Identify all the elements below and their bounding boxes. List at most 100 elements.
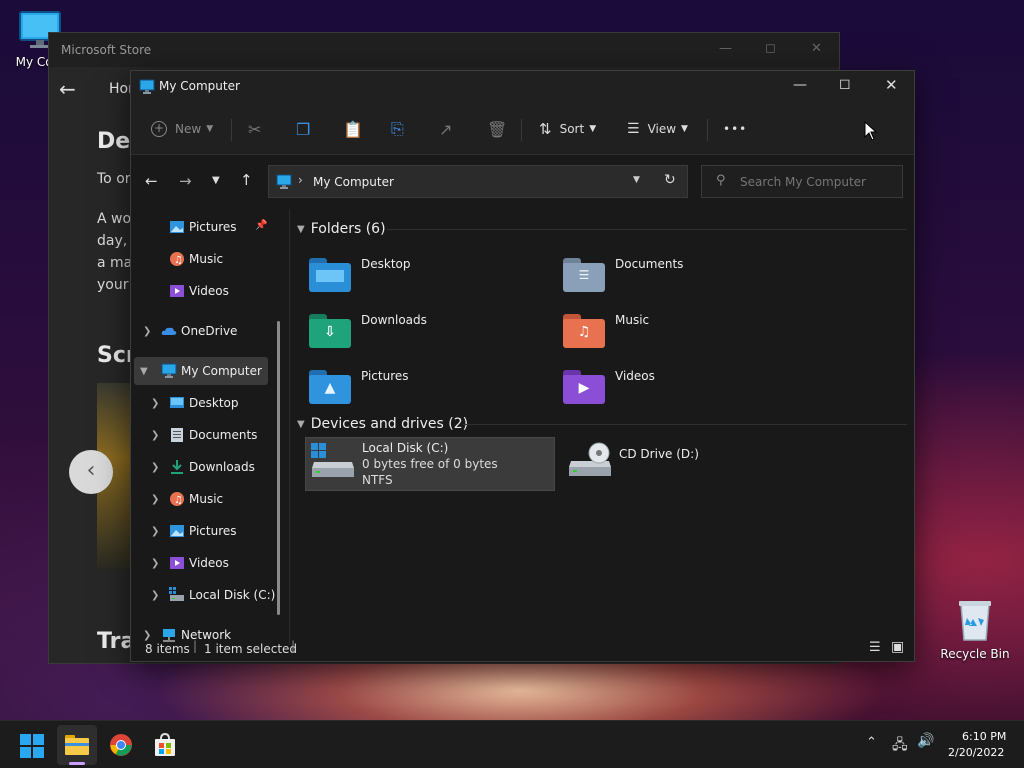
chevron-right-icon[interactable]: ❯	[151, 494, 159, 505]
nav-item-label: Videos	[189, 556, 229, 570]
recycle-bin-icon	[959, 601, 991, 641]
chevron-right-icon[interactable]: ❯	[151, 590, 159, 601]
carousel-prev-button[interactable]: ‹	[69, 450, 113, 494]
nav-item-documents[interactable]: ❯ Documents	[131, 421, 271, 449]
chevron-right-icon[interactable]: ❯	[151, 558, 159, 569]
address-bar[interactable]: › My Computer ▼ ↻	[268, 165, 688, 198]
nav-item-videos-quick[interactable]: Videos	[131, 277, 271, 305]
nav-item-music-quick[interactable]: ♫ Music	[131, 245, 271, 273]
new-button[interactable]: + New ▼	[151, 115, 213, 143]
nav-item-local-disk[interactable]: ❯ Local Disk (C:)	[131, 581, 275, 609]
folders-section-header[interactable]: ▼ Folders (6)	[297, 219, 386, 239]
nav-item-onedrive[interactable]: ❯ OneDrive	[131, 317, 271, 345]
nav-scrollbar[interactable]	[277, 321, 280, 615]
minimize-button[interactable]: —	[793, 77, 807, 93]
chevron-down-icon[interactable]: ▼	[633, 175, 640, 185]
folder-desktop[interactable]: Desktop	[309, 253, 549, 297]
folder-documents[interactable]: ☰ Documents	[563, 253, 803, 297]
copy-icon[interactable]: ❐	[296, 115, 310, 143]
music-icon: ♫	[170, 252, 184, 266]
videos-icon	[170, 557, 184, 569]
tiles-view-icon[interactable]: ▣	[891, 639, 904, 655]
explorer-window: My Computer — ◻ ✕ + New ▼ ✂ ❐ 📋 ⎘ ↗ 🗑 ⇅ …	[130, 70, 915, 662]
sort-button[interactable]: ⇅ Sort ▼	[539, 115, 596, 143]
chevron-right-icon[interactable]: ❯	[151, 398, 159, 409]
nav-item-label: Pictures	[189, 220, 237, 234]
pin-icon[interactable]: 📌	[255, 220, 267, 231]
drive-local-disk[interactable]: Local Disk (C:) 0 bytes free of 0 bytes …	[305, 437, 555, 491]
cut-icon[interactable]: ✂	[248, 115, 261, 143]
recent-locations-icon[interactable]: ▼	[212, 175, 220, 186]
more-options-button[interactable]: •••	[723, 115, 747, 143]
forward-arrow-icon[interactable]: →	[179, 172, 192, 190]
nav-item-music[interactable]: ❯ ♫ Music	[131, 485, 271, 513]
chevron-right-icon[interactable]: ❯	[151, 430, 159, 441]
folder-music[interactable]: ♫ Music	[563, 309, 803, 353]
folder-pictures[interactable]: ▲ Pictures	[309, 365, 549, 409]
folder-downloads[interactable]: ⇩ Downloads	[309, 309, 549, 353]
minimize-icon[interactable]: —	[719, 41, 732, 56]
refresh-icon[interactable]: ↻	[664, 172, 676, 188]
folder-icon	[65, 735, 89, 755]
folder-label: Desktop	[361, 257, 411, 271]
store-text: your	[97, 277, 129, 293]
breadcrumb[interactable]: My Computer	[313, 175, 394, 189]
chevron-right-icon[interactable]: ❯	[143, 326, 151, 337]
command-bar: + New ▼ ✂ ❐ 📋 ⎘ ↗ 🗑 ⇅ Sort ▼ ☰ View ▼ ••…	[131, 103, 914, 155]
maximize-icon[interactable]: ◻	[765, 41, 776, 56]
store-title: Microsoft Store	[61, 43, 152, 57]
drives-section-header[interactable]: ▼ Devices and drives (2)	[297, 414, 468, 434]
nav-item-label: Pictures	[189, 524, 237, 538]
details-view-icon[interactable]: ☰	[869, 640, 881, 655]
documents-icon	[171, 428, 183, 442]
chevron-right-icon[interactable]: ❯	[151, 526, 159, 537]
taskbar-file-explorer[interactable]	[57, 725, 97, 765]
volume-icon[interactable]: 🔊	[917, 733, 934, 749]
up-arrow-icon[interactable]: ↑	[240, 171, 253, 189]
nav-item-label: Local Disk (C:)	[189, 588, 276, 602]
chevron-left-icon: ‹	[86, 458, 96, 483]
taskbar: ⌃ 🖧 🔊 6:10 PM 2/20/2022	[0, 720, 1024, 768]
desktop-icon	[170, 397, 184, 408]
drive-cd[interactable]: CD Drive (D:)	[563, 437, 813, 491]
status-divider: |	[291, 639, 296, 653]
nav-item-label: OneDrive	[181, 324, 238, 338]
rename-icon[interactable]: ⎘	[391, 115, 404, 143]
share-icon[interactable]: ↗	[439, 115, 452, 143]
nav-item-desktop[interactable]: ❯ Desktop	[131, 389, 271, 417]
network-status-icon[interactable]: 🖧	[892, 734, 908, 758]
search-input[interactable]	[740, 172, 894, 192]
store-icon[interactable]	[153, 733, 177, 757]
back-arrow-icon[interactable]: ←	[145, 172, 158, 190]
selection-count: 1 item selected	[204, 642, 298, 656]
desktop-icon-recycle-bin[interactable]: Recycle Bin	[935, 598, 1015, 661]
nav-item-my-computer[interactable]: ▼ My Computer	[134, 357, 268, 385]
nav-item-videos[interactable]: ❯ Videos	[131, 549, 271, 577]
maximize-button[interactable]: ◻	[839, 76, 851, 92]
drive-filesystem: NTFS	[362, 473, 393, 487]
clock-date[interactable]: 2/20/2022	[948, 746, 1004, 759]
nav-item-downloads[interactable]: ❯ Downloads	[131, 453, 271, 481]
back-arrow-icon[interactable]: ←	[59, 77, 76, 101]
chevron-up-icon[interactable]: ⌃	[866, 735, 877, 750]
close-icon[interactable]: ✕	[811, 41, 822, 56]
monitor-icon	[139, 79, 155, 94]
nav-item-pictures-quick[interactable]: Pictures 📌	[131, 213, 271, 241]
start-windows-icon[interactable]	[20, 734, 44, 758]
status-bar: 8 items | 1 item selected | ☰ ▣	[131, 639, 914, 661]
search-box[interactable]: ⚲	[701, 165, 903, 198]
chevron-right-icon[interactable]: ❯	[151, 462, 159, 473]
drive-label: Local Disk (C:)	[362, 441, 449, 455]
delete-icon[interactable]: 🗑	[487, 115, 507, 143]
clock-time[interactable]: 6:10 PM	[962, 730, 1006, 743]
chevron-down-icon[interactable]: ▼	[140, 366, 148, 377]
folder-videos-icon: ▶	[563, 370, 605, 404]
pane-divider[interactable]	[289, 209, 290, 645]
view-button[interactable]: ☰ View ▼	[627, 115, 688, 143]
nav-item-pictures[interactable]: ❯ Pictures	[131, 517, 271, 545]
chrome-icon[interactable]	[109, 733, 133, 757]
paste-icon[interactable]: 📋	[343, 115, 363, 143]
close-button[interactable]: ✕	[885, 76, 898, 94]
monitor-icon	[276, 174, 292, 189]
folder-videos[interactable]: ▶ Videos	[563, 365, 803, 409]
